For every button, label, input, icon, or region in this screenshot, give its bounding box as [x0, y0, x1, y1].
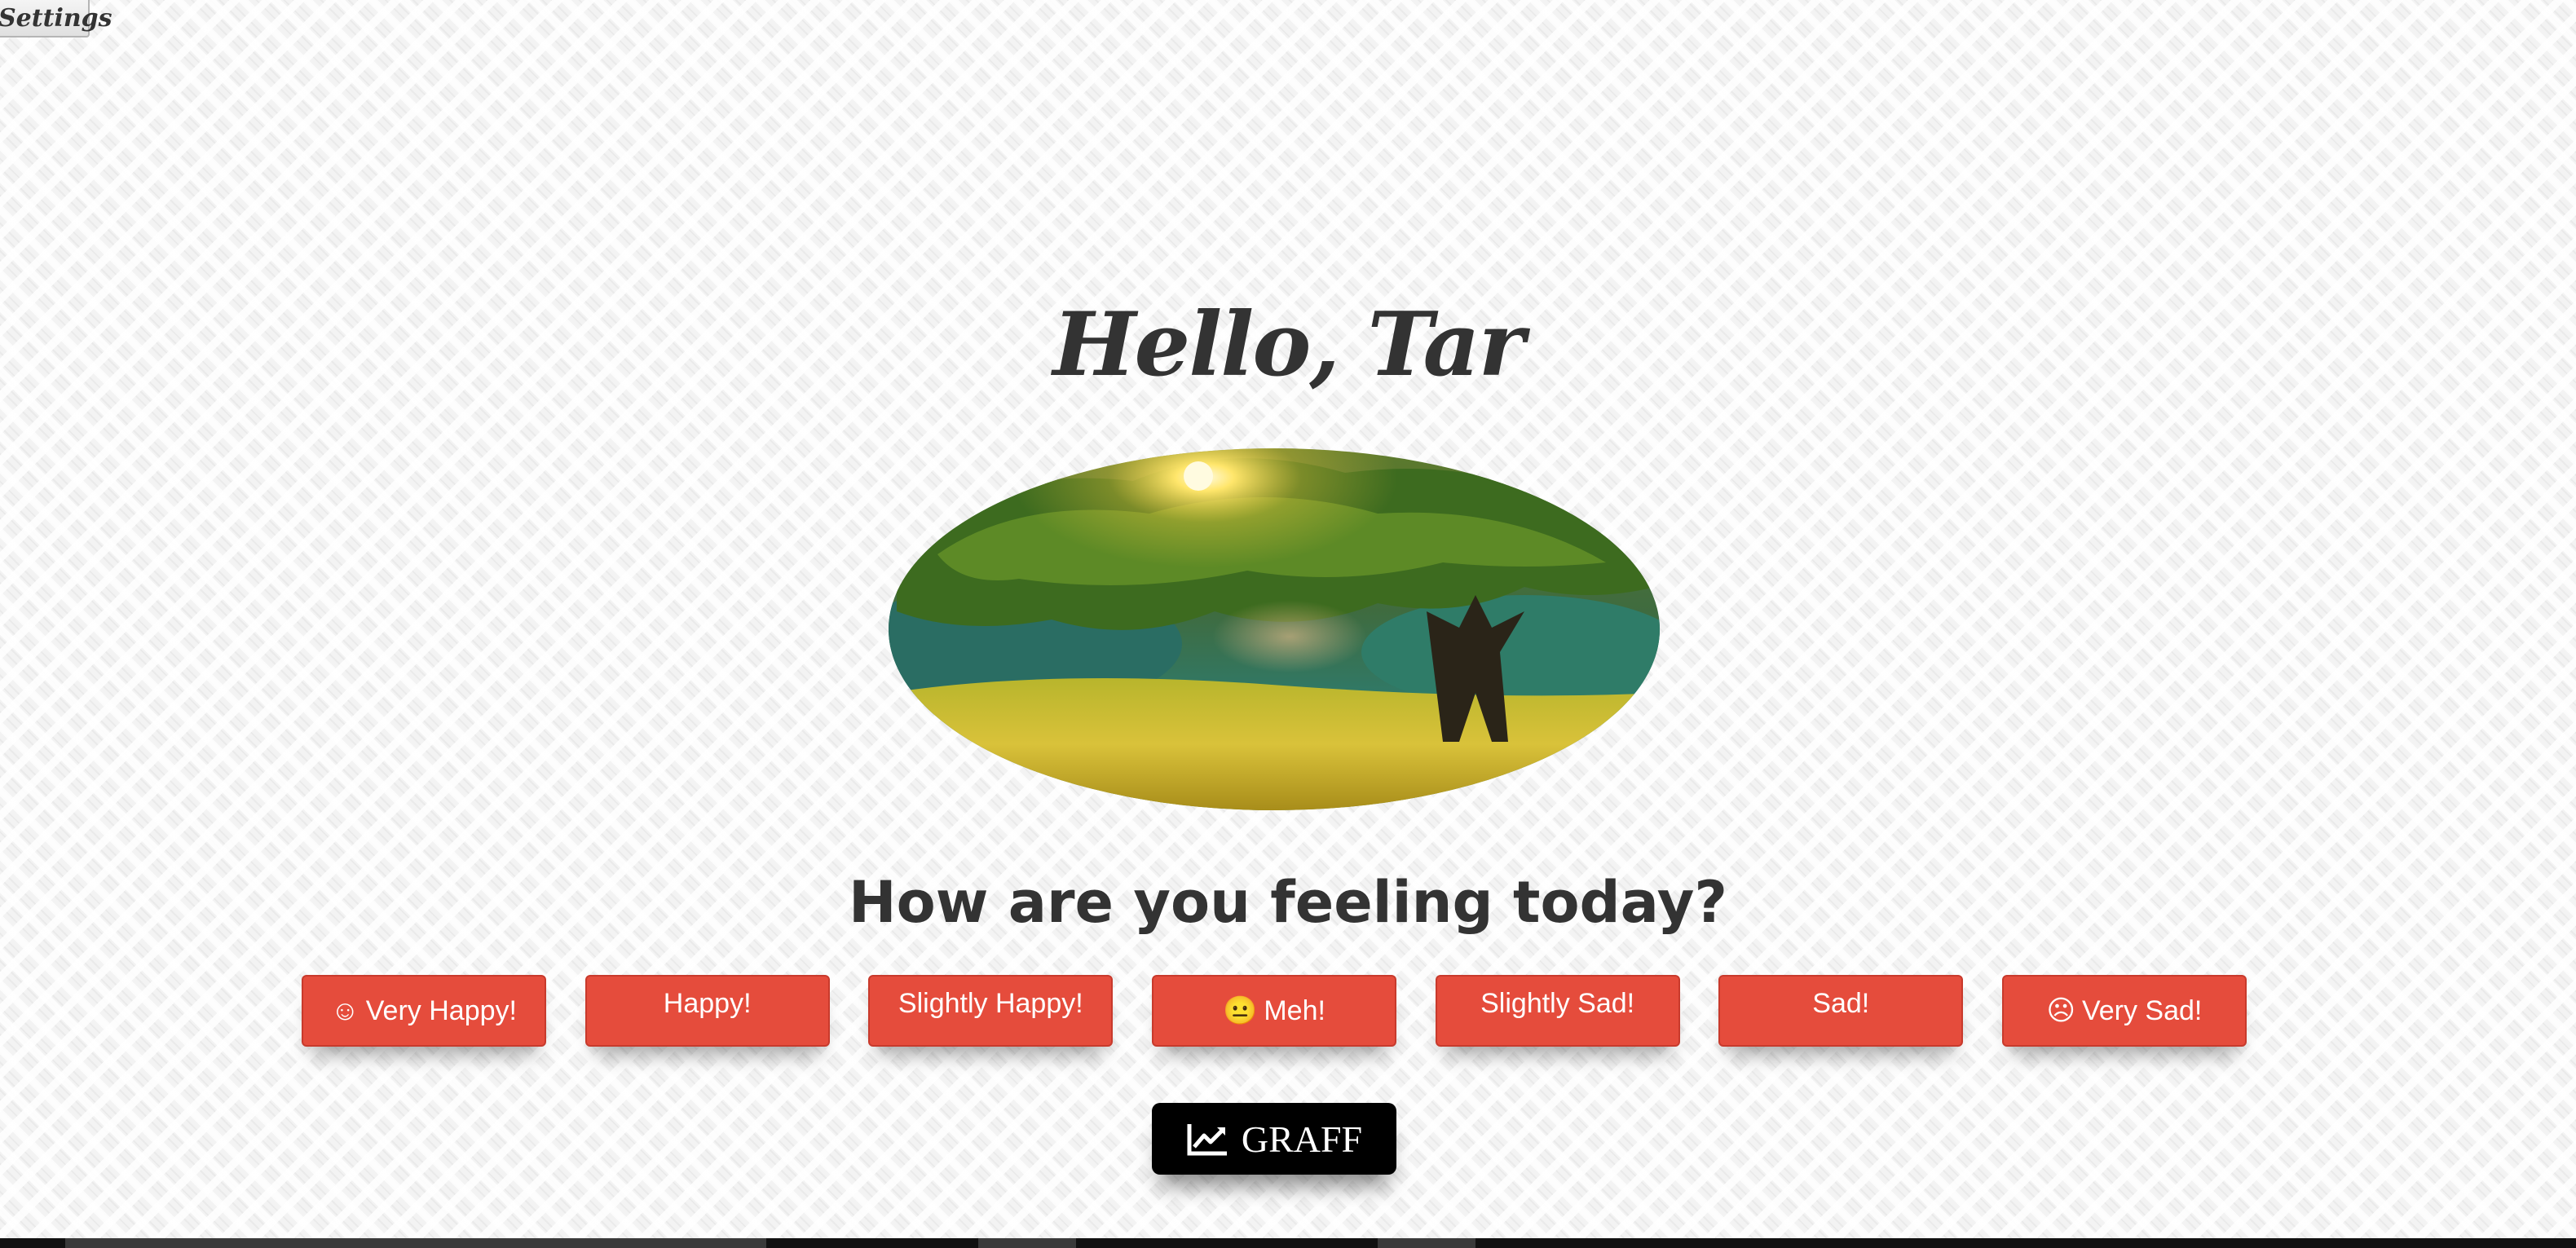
mood-button-label: Slightly Sad!	[1480, 988, 1635, 1019]
sad-button[interactable]: Sad!	[1718, 975, 1964, 1047]
mood-button-row: ☺ Very Happy! Happy! Slightly Happy! 😐 M…	[302, 975, 2247, 1047]
happy-button[interactable]: Happy!	[584, 975, 830, 1047]
smile-face-icon: ☺	[331, 995, 359, 1026]
mood-button-label: Slightly Happy!	[898, 988, 1083, 1019]
very-sad-button[interactable]: ☹ Very Sad!	[2001, 975, 2247, 1047]
bottom-strip	[0, 1238, 2576, 1248]
neutral-face-icon: 😐	[1223, 995, 1258, 1026]
frown-face-icon: ☹	[2046, 995, 2075, 1026]
graff-button-label: GRAFF	[1241, 1118, 1363, 1160]
meh-button[interactable]: 😐 Meh!	[1151, 975, 1396, 1047]
feeling-question: How are you feeling today?	[849, 869, 1727, 936]
slightly-sad-button[interactable]: Slightly Sad!	[1435, 975, 1680, 1047]
tree-sunset-image	[889, 448, 1660, 810]
line-chart-icon	[1187, 1124, 1227, 1156]
settings-tab[interactable]: Settings	[0, 0, 112, 37]
graff-button[interactable]: GRAFF	[1152, 1103, 1396, 1175]
mood-button-label: Meh!	[1264, 994, 1325, 1026]
hero-image	[889, 448, 1660, 810]
greeting-heading: Hello, Tar	[1052, 293, 1525, 396]
mood-button-label: Happy!	[663, 988, 752, 1019]
settings-tab-label: Settings	[0, 3, 112, 33]
very-happy-button[interactable]: ☺ Very Happy!	[302, 975, 546, 1047]
slightly-happy-button[interactable]: Slightly Happy!	[868, 975, 1114, 1047]
mood-button-label: Very Sad!	[2081, 994, 2203, 1026]
mood-button-label: Very Happy!	[365, 994, 517, 1026]
mood-button-label: Sad!	[1812, 988, 1870, 1019]
